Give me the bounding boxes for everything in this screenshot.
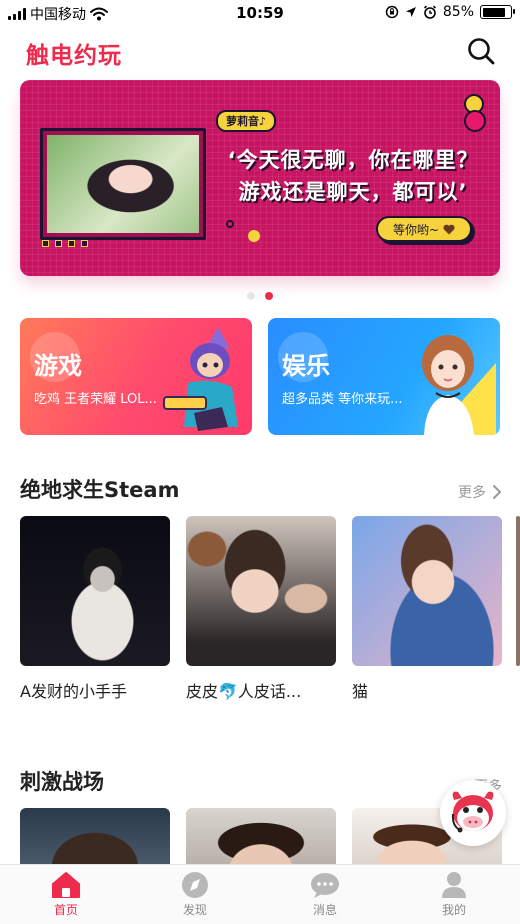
category-title: 娱乐: [282, 352, 330, 380]
player-card-peek[interactable]: [516, 516, 520, 666]
compass-icon: [182, 872, 208, 898]
category-subtitle: 吃鸡 王者荣耀 LOL...: [34, 392, 157, 407]
banner-cta[interactable]: 等你哟~: [376, 216, 472, 242]
section-title: 刺激战场: [20, 770, 104, 794]
banner-photo-dots: [42, 240, 88, 247]
banner-pager: [0, 292, 520, 300]
banner-headline-2: 游戏还是聊天，都可以’: [238, 180, 468, 204]
battery-level: [482, 7, 506, 17]
tab-discover[interactable]: 发现: [155, 871, 235, 918]
player-name: 皮皮🐬人皮话...: [186, 682, 302, 701]
tab-home-label: 首页: [53, 903, 78, 917]
tab-profile-label: 我的: [441, 903, 466, 917]
heart-icon: [443, 224, 455, 234]
mascot-cow-icon: [451, 791, 494, 833]
voice-tag: 萝莉音♪: [216, 110, 277, 132]
banner-decoration: [226, 220, 234, 228]
mascot-button[interactable]: [440, 780, 506, 846]
banner-decoration: [248, 230, 260, 242]
location-icon: [405, 7, 416, 17]
banner-headline-1: ‘今天很无聊，你在哪里？: [227, 148, 479, 172]
player-card[interactable]: A发财的小手手: [20, 516, 170, 702]
pager-dot-active[interactable]: [265, 292, 273, 300]
orientation-lock-icon: [385, 5, 399, 19]
tab-discover-label: 发现: [182, 903, 207, 917]
player-photo: [352, 516, 502, 666]
player-name: A发财的小手手: [20, 682, 127, 701]
tab-home[interactable]: 首页: [26, 871, 106, 918]
tab-messages[interactable]: 消息: [285, 871, 365, 918]
player-card[interactable]: [186, 808, 336, 866]
battery-icon: [480, 5, 515, 19]
banner-photo-frame: [40, 128, 206, 240]
banner-photo: [47, 135, 199, 233]
player-name: 猫: [352, 682, 369, 701]
app-title: 触电约玩: [26, 43, 122, 69]
promo-banner[interactable]: 萝莉音♪ ‘今天很无聊，你在哪里？ 游戏还是聊天，都可以’ 等你哟~: [20, 80, 500, 276]
search-button[interactable]: [466, 36, 496, 66]
banner-cta-label: 等你哟~: [392, 222, 440, 237]
alarm-icon: [423, 5, 436, 19]
battery-percent: 85%: [442, 4, 474, 20]
girl-illustration: [422, 335, 496, 435]
section-title: 绝地求生Steam: [20, 478, 180, 502]
bottom-tab-bar: 首页 发现 消息 我的: [0, 864, 520, 924]
tab-profile[interactable]: 我的: [414, 871, 494, 918]
search-icon: [468, 38, 495, 65]
player-photo: [186, 516, 336, 666]
player-card[interactable]: 皮皮🐬人皮话...: [186, 516, 336, 702]
app-header: 触电约玩: [0, 30, 520, 74]
player-card[interactable]: [20, 808, 170, 866]
chevron-right-icon: [493, 485, 502, 499]
more-link[interactable]: 更多: [458, 482, 502, 502]
category-card-entertainment[interactable]: 娱乐 超多品类 等你来玩...: [268, 318, 500, 435]
player-photo: [516, 516, 520, 666]
status-bar: 中国移动 10:59 85%: [0, 0, 520, 26]
banner-decoration: [464, 110, 486, 132]
game-hero-illustration: [163, 327, 238, 431]
chat-icon: [311, 873, 339, 898]
home-icon: [52, 872, 80, 898]
profile-icon: [442, 872, 466, 898]
category-title: 游戏: [34, 352, 82, 380]
pager-dot[interactable]: [247, 292, 255, 300]
tab-messages-label: 消息: [312, 903, 337, 917]
player-photo: [20, 516, 170, 666]
status-right: 85%: [385, 4, 515, 20]
category-card-games[interactable]: 游戏 吃鸡 王者荣耀 LOL...: [20, 318, 252, 435]
more-link-label: 更多: [458, 485, 486, 501]
player-card[interactable]: 猫: [352, 516, 502, 702]
category-subtitle: 超多品类 等你来玩...: [282, 392, 403, 407]
